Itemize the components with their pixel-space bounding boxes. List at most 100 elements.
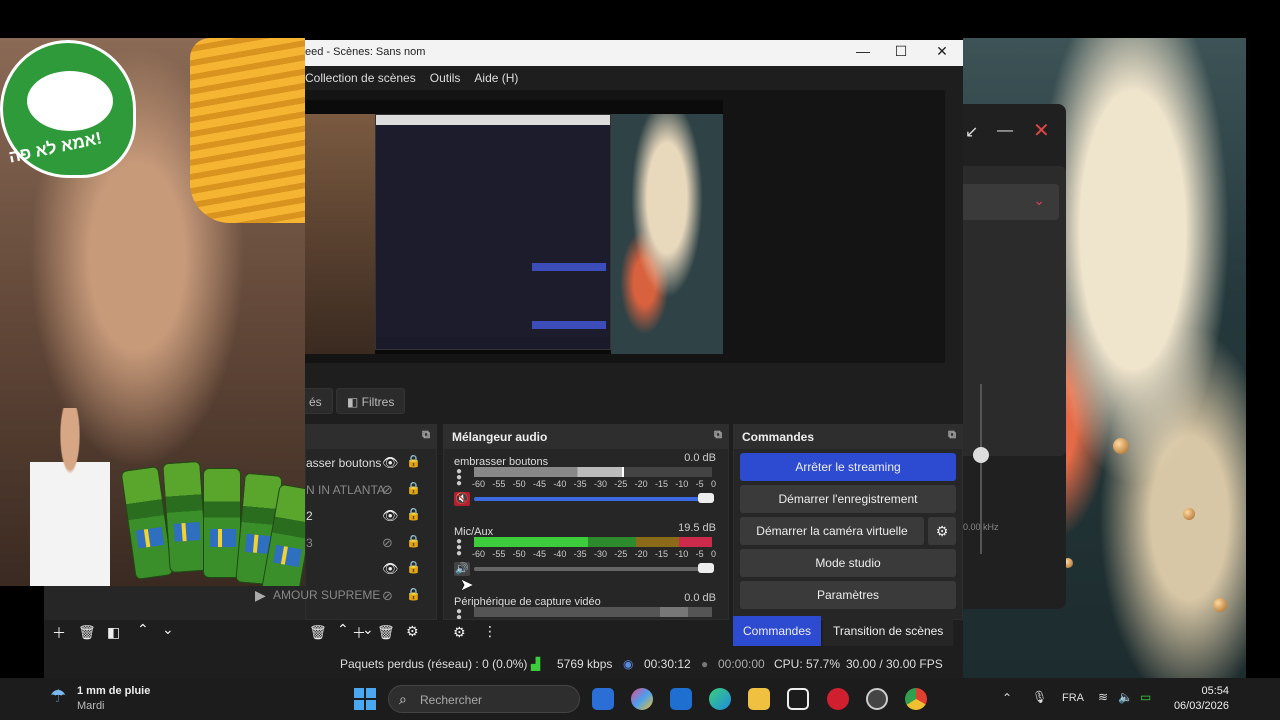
source-item[interactable]: N IN ATLANTA ⊘ 🔒: [306, 476, 436, 503]
audio-app-icon[interactable]: [787, 688, 809, 710]
chips-sticker: [190, 38, 305, 223]
tab-commands[interactable]: Commandes: [733, 616, 822, 646]
mixer-settings-icon[interactable]: ⚙: [453, 624, 466, 641]
obs-window: eed - Scènes: Sans nom — ☐ ✕ Collection …: [253, 40, 963, 678]
chrome-icon[interactable]: [905, 688, 927, 710]
scene-up-icon[interactable]: ⌃: [137, 621, 149, 638]
mute-speaker-icon[interactable]: 🔇: [454, 492, 470, 506]
speaker-icon[interactable]: 🔊: [454, 562, 470, 576]
file-explorer-icon[interactable]: [748, 688, 770, 710]
gear-icon[interactable]: ⚙: [928, 517, 956, 545]
windows-start-icon[interactable]: [354, 688, 376, 710]
minimize-icon[interactable]: —: [997, 122, 1013, 140]
source-item[interactable]: 3 ⊘ 🔒: [306, 529, 436, 556]
tray-chevron-icon[interactable]: ⌃: [1002, 691, 1012, 705]
source-item[interactable]: asser boutons 👁 🔒: [306, 449, 436, 476]
start-virtual-camera-button[interactable]: Démarrer la caméra virtuelle: [740, 517, 924, 545]
window-title: eed - Scènes: Sans nom: [305, 46, 426, 58]
delete-scene-icon[interactable]: 🗑: [78, 624, 96, 641]
tab-scene-transitions[interactable]: Transition de scènes: [823, 616, 954, 646]
wifi-icon[interactable]: ≋: [1098, 690, 1108, 704]
close-icon[interactable]: ✕: [1033, 118, 1050, 143]
close-button[interactable]: ✕: [932, 43, 952, 60]
obs-icon[interactable]: [866, 688, 888, 710]
record-time: 00:00:00: [718, 657, 765, 671]
eye-icon[interactable]: 👁: [382, 561, 399, 577]
lock-icon[interactable]: 🔒: [406, 587, 421, 601]
studio-mode-button[interactable]: Mode studio: [740, 549, 956, 577]
source-settings-icon[interactable]: ⚙: [406, 623, 419, 640]
taskbar-search[interactable]: ⌕ Rechercher: [388, 685, 580, 713]
battery-icon[interactable]: ▭: [1140, 690, 1151, 704]
add-scene-icon[interactable]: ＋: [52, 623, 66, 643]
bg-dropdown[interactable]: ⌄: [963, 184, 1059, 220]
more-icon[interactable]: ● ● ●: [456, 537, 462, 559]
move-up-icon[interactable]: ⌃: [337, 621, 349, 638]
preview-canvas[interactable]: [305, 90, 945, 363]
eye-icon[interactable]: 👁: [382, 508, 399, 524]
mixer-track: Périphérique de capture vidéo 0.0 dB ● ●: [444, 589, 728, 619]
stream-time: 00:30:12: [644, 657, 691, 671]
trash-icon[interactable]: 🗑: [309, 624, 327, 641]
eye-hidden-icon[interactable]: ⊘: [382, 482, 393, 498]
copilot-icon[interactable]: [631, 688, 653, 710]
eye-hidden-icon[interactable]: ⊘: [382, 535, 393, 551]
move-down-icon[interactable]: ⌄: [362, 621, 374, 638]
volume-muted-icon[interactable]: 🔈: [1118, 690, 1133, 704]
filters-tab[interactable]: ◧ Filtres: [336, 388, 406, 414]
mouse-cursor-icon: ➤: [460, 577, 474, 594]
menu-tools[interactable]: Outils: [430, 71, 461, 85]
mixer-menu-icon[interactable]: ⋮: [483, 623, 497, 640]
volume-slider[interactable]: [474, 493, 714, 503]
lock-icon[interactable]: 🔒: [406, 534, 421, 548]
edge-icon[interactable]: [709, 688, 731, 710]
title-bar: eed - Scènes: Sans nom — ☐ ✕: [305, 40, 963, 66]
source-item[interactable]: 👁 🔒: [306, 555, 436, 582]
menu-scene-collection[interactable]: Collection de scènes: [305, 71, 416, 85]
mixer-track: Mic/Aux 19.5 dB ● ● ● -60 -55 -50 -45 -40 -35 -3…: [444, 519, 728, 589]
signal-icon: ▟: [531, 657, 541, 671]
source-item[interactable]: 2 👁 🔒: [306, 502, 436, 529]
eye-hidden-icon[interactable]: ⊘: [382, 588, 393, 604]
more-icon[interactable]: ● ● ●: [456, 467, 462, 489]
clock[interactable]: 05:54 06/03/2026: [1174, 684, 1229, 714]
mixer-header: Mélangeur audio ⧉: [444, 425, 728, 449]
fps: 30.00 / 30.00 FPS: [846, 657, 943, 671]
opera-icon[interactable]: [827, 688, 849, 710]
lock-icon[interactable]: 🔒: [406, 454, 421, 468]
volume-slider[interactable]: [474, 563, 714, 573]
eye-icon[interactable]: 👁: [382, 455, 399, 471]
microphone-icon[interactable]: 🎙: [1032, 690, 1047, 704]
webcam-overlay: אמא לא פה!: [0, 38, 305, 586]
volume-meter: [474, 467, 712, 477]
minimize-button[interactable]: —: [853, 43, 873, 59]
dropped-frames: Paquets perdus (réseau) : 0 (0.0%): [340, 657, 528, 671]
lock-icon[interactable]: 🔒: [406, 560, 421, 574]
scene-down-icon[interactable]: ⌄: [162, 621, 174, 638]
maximize-button[interactable]: ☐: [891, 43, 911, 60]
settings-button[interactable]: Paramètres: [740, 581, 956, 609]
pringles-can: [203, 468, 241, 578]
language-indicator[interactable]: FRA: [1062, 692, 1084, 704]
popout-icon[interactable]: ⧉: [948, 429, 956, 442]
rain-icon: ☂: [50, 686, 67, 706]
scene-filter-icon[interactable]: ◧: [107, 624, 120, 641]
stop-streaming-button[interactable]: Arrêter le streaming: [740, 453, 956, 481]
lock-icon[interactable]: 🔒: [406, 507, 421, 521]
time: 05:54: [1201, 685, 1229, 697]
start-recording-button[interactable]: Démarrer l'enregistrement: [740, 485, 956, 513]
menu-help[interactable]: Aide (H): [474, 71, 518, 85]
mixer-title: Mélangeur audio: [452, 430, 548, 444]
preview-nested-obs: [375, 114, 611, 350]
bg-slider-knob[interactable]: [973, 447, 989, 463]
popout-icon[interactable]: ⧉: [714, 429, 722, 442]
app-icon-blue[interactable]: [592, 688, 614, 710]
lock-icon[interactable]: 🔒: [406, 481, 421, 495]
play-icon[interactable]: ▶: [255, 587, 266, 604]
source-item-label: AMOUR SUPREME: [273, 588, 381, 602]
more-icon[interactable]: ● ●: [456, 607, 462, 620]
popout-icon[interactable]: ⧉: [422, 429, 430, 442]
delete-source-icon[interactable]: 🗑: [377, 624, 395, 641]
outlook-icon[interactable]: [670, 688, 692, 710]
restore-icon[interactable]: ↙: [965, 122, 978, 142]
